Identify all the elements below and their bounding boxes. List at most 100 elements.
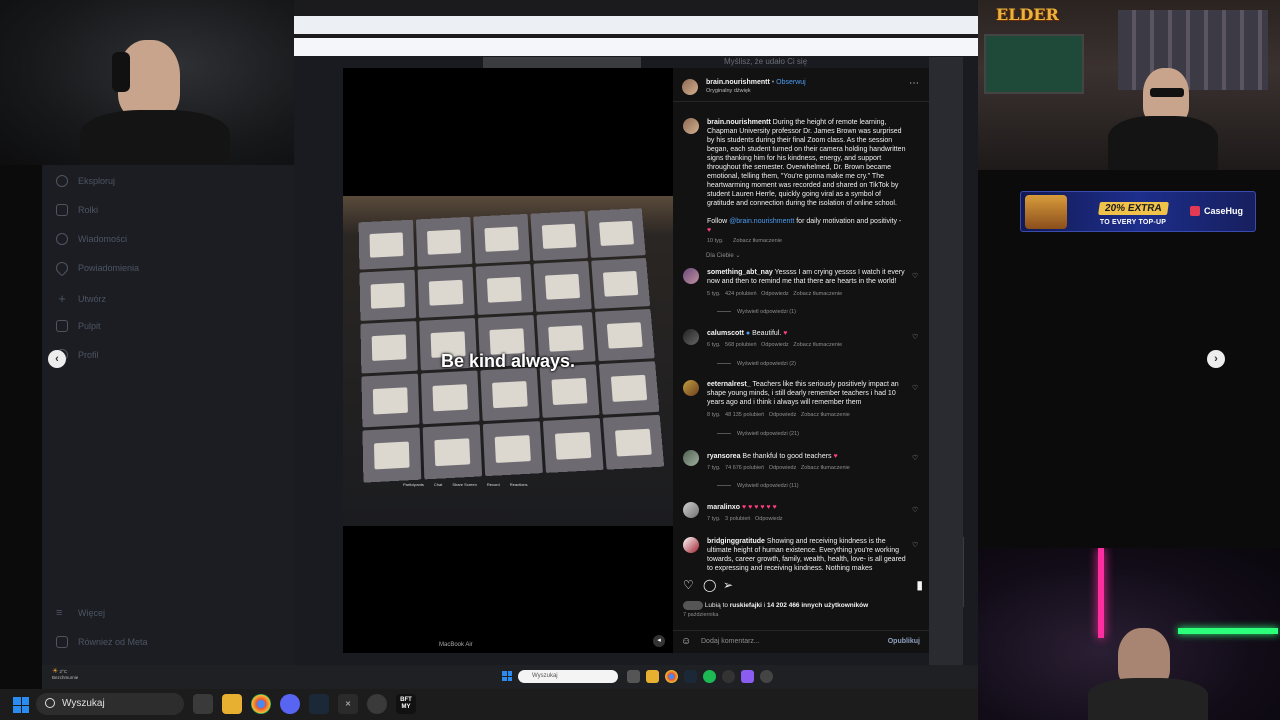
bookmarks-bar [294, 38, 978, 56]
chrome-icon[interactable] [665, 670, 678, 683]
promo-headline: 20% EXTRA [1097, 202, 1169, 215]
discord-icon[interactable] [280, 694, 300, 714]
like-comment-heart-icon[interactable]: ♡ [912, 384, 919, 392]
chrome-icon[interactable] [251, 694, 271, 714]
inner-search-box[interactable]: Wyszukaj [518, 670, 618, 683]
weather-widget[interactable]: ☀ 2°C Bezchmurnie [52, 668, 78, 681]
file-explorer-icon[interactable] [646, 670, 659, 683]
follow-button[interactable]: Obserwuj [776, 79, 806, 86]
like-heart-icon[interactable]: ♡ [683, 578, 694, 592]
led-light [1098, 548, 1104, 638]
like-comment-heart-icon[interactable]: ♡ [912, 333, 919, 341]
instagram-sidebar: Eksploruj Rolki Wiadomości Powiadomienia… [42, 165, 294, 665]
emoji-icon[interactable]: ☺ [681, 636, 691, 647]
like-comment-heart-icon[interactable]: ♡ [912, 454, 919, 462]
for-you-filter[interactable]: Dla Ciebie ⌄ [706, 252, 740, 259]
task-view-icon[interactable] [627, 670, 640, 683]
view-replies-link[interactable]: Wyświetl odpowiedzi (11) [717, 483, 799, 489]
file-explorer-icon[interactable] [222, 694, 242, 714]
avatar[interactable] [682, 79, 698, 95]
steam-icon[interactable] [684, 670, 697, 683]
app-icon[interactable] [760, 670, 773, 683]
second-guest-webcam [978, 548, 1280, 720]
like-comment-heart-icon[interactable]: ♡ [912, 272, 919, 280]
treasure-chest-icon [1025, 195, 1067, 229]
comment-input[interactable]: Dodaj komentarz... [701, 638, 760, 645]
second-guest-shirt [1088, 678, 1208, 720]
zoom-toolbar: Participants Chat Share Screen Record Re… [403, 482, 528, 487]
avatar[interactable] [683, 268, 699, 284]
zoom-grid [358, 208, 665, 483]
post-header: brain.nourishmentt • Obserwuj Oryginalny… [673, 68, 929, 102]
promo-subline: TO EVERY TOP-UP [1099, 219, 1167, 226]
avatar[interactable] [683, 450, 699, 466]
comment-icon[interactable]: ◯ [703, 578, 716, 592]
view-replies-link[interactable]: Wyświetl odpowiedzi (21) [717, 431, 799, 437]
sidebar-item-meta[interactable]: Również od Meta [56, 636, 148, 648]
prev-post-button[interactable]: ‹ [48, 350, 66, 368]
obs-icon[interactable] [367, 694, 387, 714]
sun-icon: ☀ [52, 668, 59, 675]
comment: ryansorea Be thankful to good teachers ♥… [683, 450, 923, 490]
avatar[interactable] [683, 329, 699, 345]
avatar[interactable] [683, 380, 699, 396]
taskbar-search-box[interactable]: Wyszukaj [36, 693, 184, 715]
windows-start-icon[interactable] [13, 697, 29, 713]
sidebar-item-reels[interactable]: Rolki [56, 204, 98, 216]
search-icon [45, 698, 55, 708]
next-post-preview [929, 57, 963, 665]
taskbar: Wyszukaj ✕ BFT MY [0, 689, 978, 720]
sponsor-banner: 20% EXTRA TO EVERY TOP-UP CaseHug [1020, 191, 1256, 232]
bookmark-icon[interactable]: ▮ [916, 578, 923, 592]
sidebar-item-messages[interactable]: Wiadomości [56, 233, 127, 245]
more-options-icon[interactable]: ⋯ [909, 78, 919, 89]
avatar[interactable] [683, 502, 699, 518]
sidebar-item-create[interactable]: + Utwórz [56, 291, 106, 306]
speaker-muted-icon: ◂ [657, 637, 661, 644]
avatar[interactable] [683, 537, 699, 553]
post-actions: ♡ ◯ ➢ ▮ [683, 578, 923, 594]
reels-icon [56, 204, 68, 216]
aquarium [984, 34, 1084, 94]
comment: maralinxo ♥ ♥ ♥ ♥ ♥ ♥ 7 tyg. 3 polubień … [683, 502, 923, 526]
next-post-button[interactable]: › [1207, 350, 1225, 368]
share-icon[interactable]: ➢ [723, 578, 733, 592]
like-comment-heart-icon[interactable]: ♡ [912, 506, 919, 514]
steam-icon[interactable] [309, 694, 329, 714]
inner-taskbar: ☀ 2°C Bezchmurnie Wyszukaj [42, 665, 978, 689]
see-translation-link[interactable]: Zobacz tłumaczenie [733, 238, 782, 244]
author-username[interactable]: brain.nourishmentt [706, 79, 770, 86]
reel-video[interactable]: Participants Chat Share Screen Record Re… [343, 68, 673, 653]
likes-summary[interactable]: Lubią to ruskiefajki i 14 202 466 innych… [683, 601, 868, 610]
like-comment-heart-icon[interactable]: ♡ [912, 541, 919, 549]
mute-button[interactable]: ◂ [653, 635, 665, 647]
channel-logo: ELDER [996, 5, 1059, 24]
chevron-right-icon: › [1214, 353, 1218, 365]
meta-icon [56, 636, 68, 648]
guest-shirt [1108, 116, 1218, 170]
sidebar-item-notifications[interactable]: Powiadomienia [53, 259, 139, 277]
sidebar-item-explore[interactable]: Eksploruj [56, 175, 115, 187]
casehug-logo-icon [1189, 206, 1200, 216]
comment: eeternalrest_ Teachers like this serious… [683, 380, 923, 440]
mention-link[interactable]: @brain.nourishmentt [729, 218, 794, 225]
twitch-icon[interactable] [741, 670, 754, 683]
audio-label[interactable]: Oryginalny dźwięk [706, 88, 751, 94]
settings-icon[interactable] [722, 670, 735, 683]
heart-icon [53, 259, 71, 277]
address-bar[interactable] [294, 16, 978, 34]
sunglasses [1150, 88, 1184, 97]
task-view-icon[interactable] [193, 694, 213, 714]
bft-app-icon[interactable]: BFT MY [396, 694, 416, 714]
view-replies-link[interactable]: Wyświetl odpowiedzi (1) [717, 309, 796, 315]
streamer-webcam [0, 0, 294, 165]
streamer-shirt [80, 110, 230, 165]
sidebar-item-more[interactable]: ≡ Więcej [56, 607, 105, 619]
publish-button[interactable]: Opublikuj [888, 638, 920, 645]
sponsor-brand: CaseHug [1189, 206, 1243, 216]
sidebar-item-dashboard[interactable]: Pulpit [56, 320, 101, 332]
windows-start-icon[interactable] [502, 671, 512, 681]
app-icon[interactable]: ✕ [338, 694, 358, 714]
spotify-icon[interactable] [703, 670, 716, 683]
view-replies-link[interactable]: Wyświetl odpowiedzi (2) [717, 361, 796, 367]
